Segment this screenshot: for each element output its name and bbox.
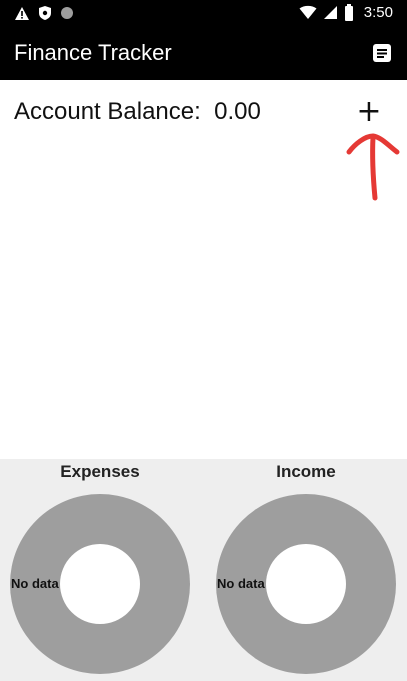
status-time: 3:50 xyxy=(363,4,393,21)
account-balance: Account Balance: 0.00 xyxy=(14,98,261,126)
status-notifications xyxy=(14,5,74,21)
status-bar: 3:50 xyxy=(0,0,407,28)
donut-hole xyxy=(60,544,140,624)
expenses-no-data: No data xyxy=(11,576,59,591)
add-transaction-button[interactable]: + xyxy=(354,94,384,130)
balance-label: Account Balance: xyxy=(14,98,201,125)
dot-icon xyxy=(61,7,73,19)
income-chart-title: Income xyxy=(276,462,336,481)
wifi-icon xyxy=(299,5,317,19)
donut-hole xyxy=(266,544,346,624)
menu-button[interactable] xyxy=(369,40,395,66)
warning-icon xyxy=(15,6,29,20)
signal-icon xyxy=(323,6,337,19)
app-title: Finance Tracker xyxy=(14,40,172,65)
status-system: 3:50 xyxy=(299,4,393,21)
app-bar: Finance Tracker xyxy=(0,28,407,80)
list-icon xyxy=(373,44,391,62)
charts-panel: Expenses No data Income No data xyxy=(0,459,407,681)
shield-icon xyxy=(39,6,51,20)
balance-value: 0.00 xyxy=(214,98,261,125)
income-no-data: No data xyxy=(217,576,265,591)
arrow-up-icon xyxy=(346,133,400,201)
expenses-chart-title: Expenses xyxy=(60,462,140,481)
battery-icon xyxy=(344,4,353,21)
